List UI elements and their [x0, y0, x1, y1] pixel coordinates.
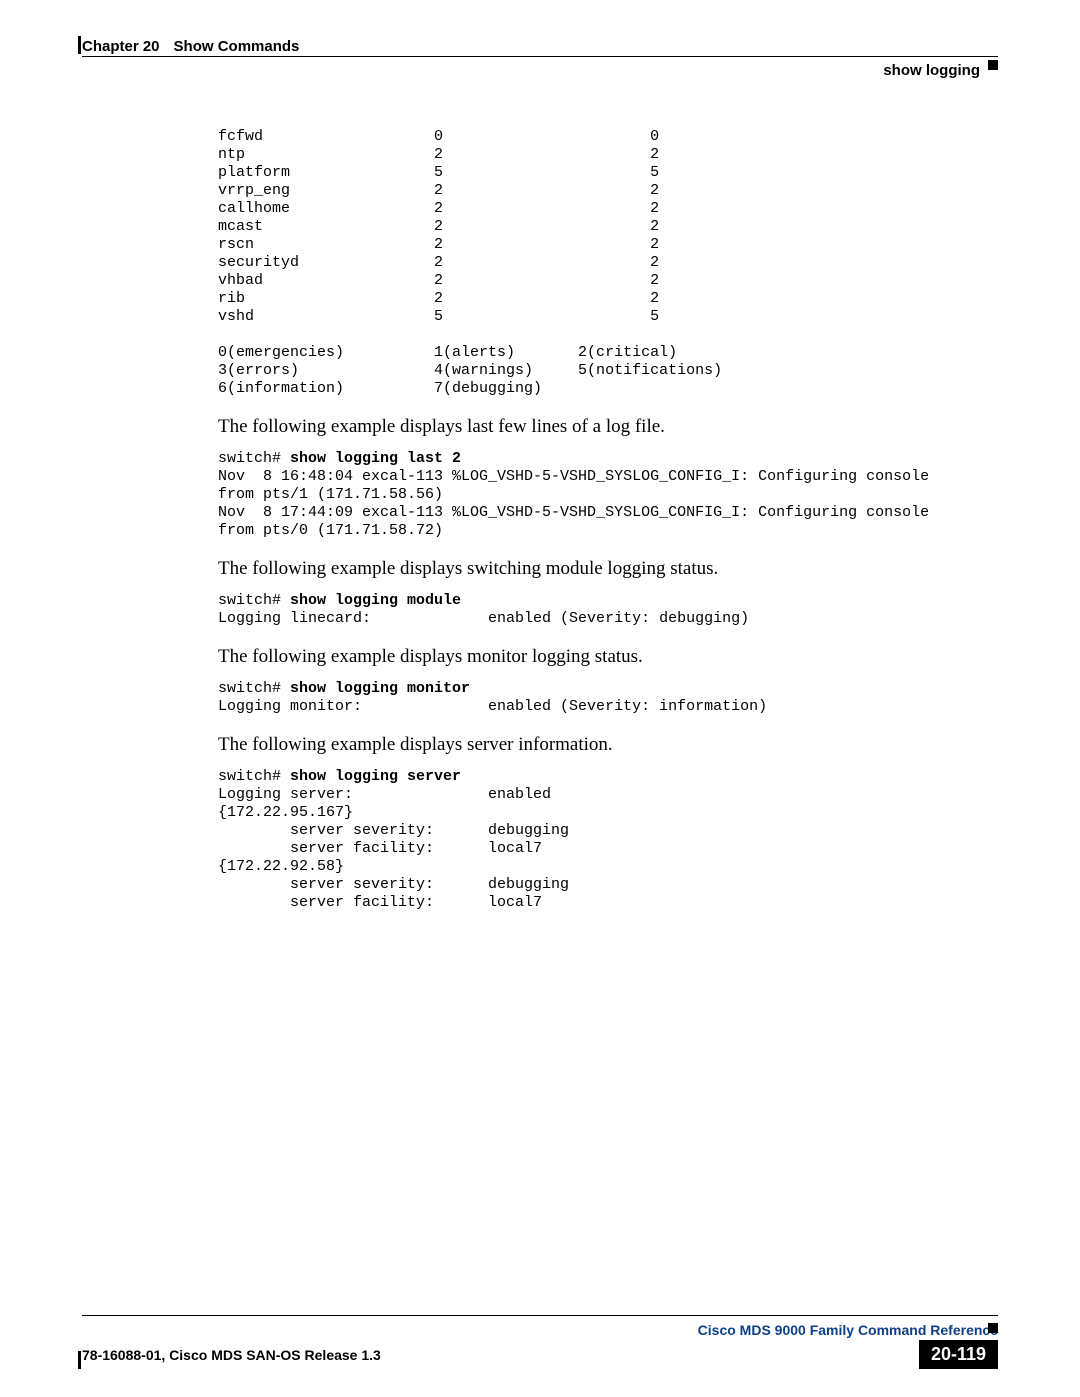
code-block-server: switch# show logging server Logging serv…: [218, 768, 998, 912]
header-rule: [82, 56, 998, 57]
code-block-module: switch# show logging module Logging line…: [218, 592, 998, 628]
page-footer: Cisco MDS 9000 Family Command Reference …: [82, 1315, 998, 1369]
change-bar: [78, 36, 81, 54]
para-monitor: The following example displays monitor l…: [218, 646, 998, 668]
para-server: The following example displays server in…: [218, 734, 998, 756]
prompt: switch#: [218, 768, 290, 785]
command: show logging server: [290, 768, 461, 785]
output: Nov 8 16:48:04 excal-113 %LOG_VSHD-5-VSH…: [218, 468, 929, 539]
code-block-facility: fcfwd 0 0 ntp 2 2 platform 5 5 vrrp_eng …: [218, 128, 998, 398]
output: Logging server: enabled {172.22.95.167} …: [218, 786, 569, 911]
para-last-lines: The following example displays last few …: [218, 416, 998, 438]
code-block-monitor: switch# show logging monitor Logging mon…: [218, 680, 998, 716]
chapter-number: Chapter 20: [82, 38, 160, 55]
footer-row: 78-16088-01, Cisco MDS SAN-OS Release 1.…: [82, 1340, 998, 1369]
content: fcfwd 0 0 ntp 2 2 platform 5 5 vrrp_eng …: [218, 128, 998, 930]
command: show logging monitor: [290, 680, 470, 697]
section-title: show logging: [883, 62, 980, 79]
prompt: switch#: [218, 450, 290, 467]
page-number: 20-119: [919, 1340, 998, 1369]
page: Chapter 20 Show Commands show logging fc…: [0, 0, 1080, 1397]
prompt: switch#: [218, 680, 290, 697]
footer-square-icon: [988, 1323, 998, 1333]
para-module: The following example displays switching…: [218, 558, 998, 580]
command: show logging module: [290, 592, 461, 609]
header-square-icon: [988, 60, 998, 70]
footer-product: Cisco MDS 9000 Family Command Reference: [82, 1322, 998, 1338]
code-block-last: switch# show logging last 2 Nov 8 16:48:…: [218, 450, 998, 540]
output: Logging monitor: enabled (Severity: info…: [218, 698, 767, 715]
output: Logging linecard: enabled (Severity: deb…: [218, 610, 749, 627]
footer-rule: [82, 1315, 998, 1316]
header-left: Chapter 20 Show Commands: [82, 38, 299, 55]
prompt: switch#: [218, 592, 290, 609]
page-header: Chapter 20 Show Commands: [82, 38, 998, 55]
change-bar: [78, 1351, 81, 1369]
chapter-title: Show Commands: [174, 38, 300, 55]
footer-release: 78-16088-01, Cisco MDS SAN-OS Release 1.…: [82, 1347, 381, 1363]
command: show logging last 2: [290, 450, 461, 467]
